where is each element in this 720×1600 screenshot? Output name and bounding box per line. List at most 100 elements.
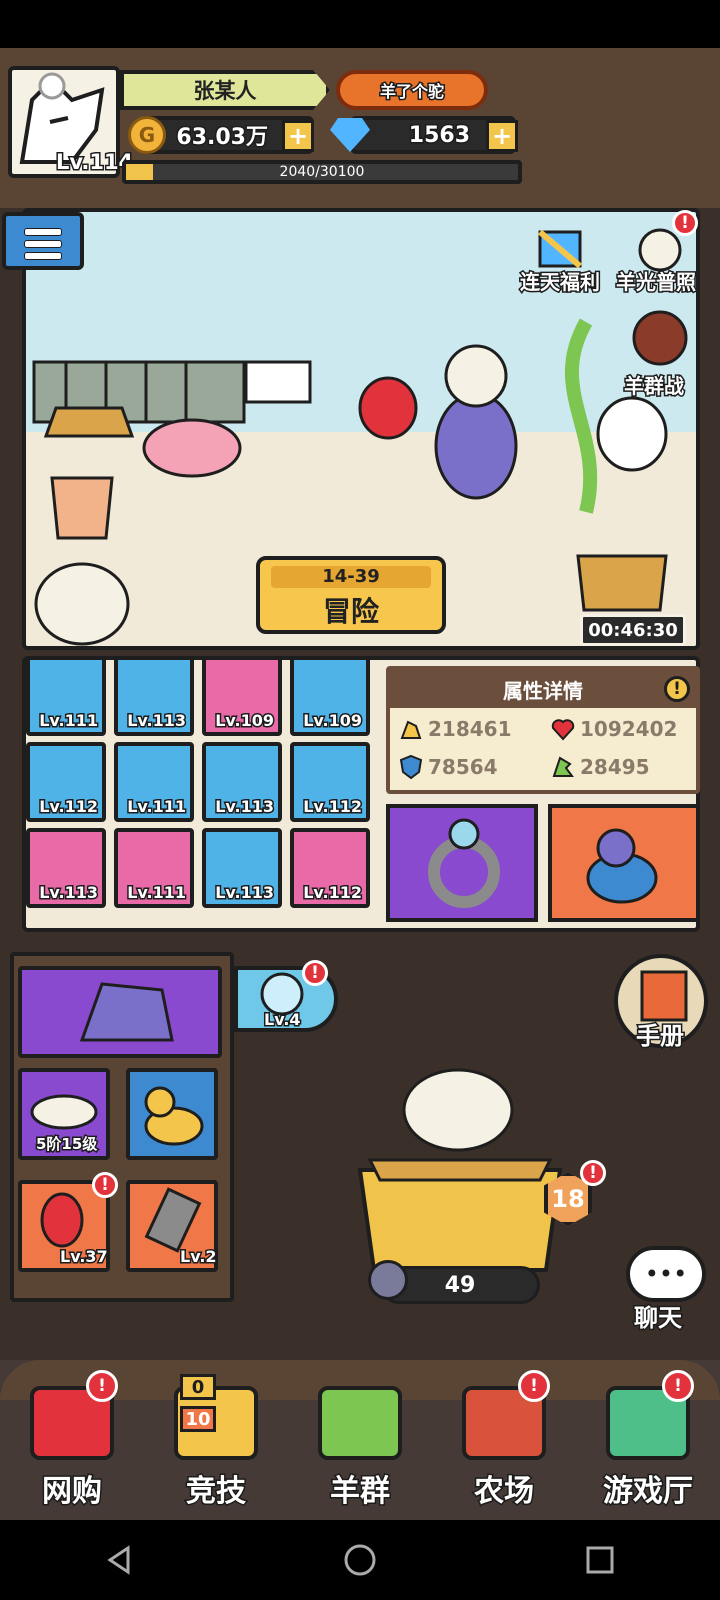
flower-pot-icon — [50, 476, 114, 540]
equipment-slot[interactable]: Lv.113 — [202, 828, 282, 908]
cloud-icon — [30, 1094, 98, 1130]
chest-timer[interactable]: 00:46:30 — [580, 614, 686, 646]
sheep-mascot-icon — [34, 562, 130, 646]
attributes-panel[interactable]: 属性详情 ! 218461 1092402 78564 28495 — [386, 666, 700, 794]
xp-bar: 2040/30100 — [122, 160, 522, 184]
main-menu-button[interactable] — [2, 212, 84, 270]
gear-icon[interactable] — [368, 1260, 408, 1300]
equipment-level: Lv.112 — [302, 882, 364, 904]
equipment-slot[interactable]: Lv.111 — [26, 656, 106, 736]
parrot-pet-icon — [40, 1192, 84, 1248]
equipment-slot[interactable]: Lv.112 — [26, 742, 106, 822]
equipment-level: Lv.113 — [214, 882, 276, 904]
alert-badge: ! — [92, 1172, 118, 1198]
parrot-icon — [358, 376, 418, 440]
equipment-level: Lv.111 — [126, 882, 188, 904]
nav-shop[interactable]: 网购! — [12, 1370, 132, 1511]
handbook-button[interactable]: 手册 — [614, 954, 708, 1052]
nav-label: 羊群 — [329, 1473, 392, 1511]
duck-slot[interactable] — [126, 1068, 218, 1160]
sleep-cap-icon — [79, 982, 174, 1042]
chat-label[interactable]: 聊天 — [633, 1298, 684, 1334]
arena-count-bottom: 10 — [180, 1406, 216, 1432]
nav-farm[interactable]: 农场! — [444, 1370, 564, 1511]
handbook-label: 手册 — [635, 1021, 686, 1052]
chat-bubble-icon[interactable]: ••• — [626, 1246, 706, 1302]
recents-icon[interactable] — [580, 1540, 620, 1580]
xp-fill — [126, 164, 153, 180]
alert-badge: ! — [580, 1160, 606, 1186]
equipment-slot[interactable]: Lv.109 — [290, 656, 370, 736]
ring-slot[interactable] — [386, 804, 538, 922]
gold-coin-icon: G — [128, 116, 166, 154]
menu-line — [24, 252, 62, 260]
pink-food-bowl-icon — [142, 418, 242, 478]
signboard-icon — [244, 360, 312, 404]
equipment-level: Lv.113 — [214, 796, 276, 818]
home-icon[interactable] — [340, 1540, 380, 1580]
nav-label: 网购 — [41, 1473, 104, 1511]
event-flock-battle[interactable]: 羊群战 — [623, 370, 686, 400]
equipment-slot[interactable]: Lv.112 — [290, 828, 370, 908]
clipper-slot[interactable]: Lv.2 — [126, 1180, 218, 1272]
equipment-slot[interactable]: Lv.112 — [290, 742, 370, 822]
equipment-level: Lv.111 — [126, 796, 188, 818]
cat-statue-icon — [596, 396, 668, 472]
nav-arcade[interactable]: 游戏厅! — [588, 1370, 708, 1511]
attributes-title: 属性详情 — [390, 670, 696, 708]
event-sunshine[interactable]: 羊光普照 — [615, 266, 698, 296]
back-icon[interactable] — [100, 1540, 140, 1580]
flock-battle-icon[interactable] — [622, 310, 698, 366]
parrot-level: Lv.37 — [59, 1246, 110, 1268]
alert-badge: ! — [86, 1370, 118, 1402]
gold-amount: 63.03万 — [175, 124, 270, 152]
shield-icon — [399, 754, 423, 780]
system-nav-bar — [0, 1520, 720, 1600]
alert-badge: ! — [672, 210, 698, 236]
fishbowl-level: Lv.4 — [263, 1009, 302, 1031]
wizard-sheep-icon — [434, 392, 518, 500]
treasure-chest-icon — [576, 554, 668, 612]
player-name[interactable]: 张某人 — [120, 70, 330, 110]
clipper-level: Lv.2 — [179, 1246, 218, 1268]
cloud-slot[interactable]: 5阶15级 — [18, 1068, 110, 1160]
player-title-badge[interactable]: 羊了个驼 — [336, 70, 488, 110]
defense-value: 78564 — [428, 755, 498, 779]
adventure-button[interactable]: 14-39 冒险 — [256, 556, 446, 634]
alert-badge: ! — [662, 1370, 694, 1402]
equipment-slot[interactable]: Lv.109 — [202, 656, 282, 736]
cloud-tier: 5阶15级 — [34, 1134, 98, 1155]
wool-clipper-icon — [144, 1187, 202, 1253]
alert-badge: ! — [302, 960, 328, 986]
costume-slot[interactable] — [548, 804, 700, 922]
equipment-slot[interactable]: Lv.113 — [26, 828, 106, 908]
add-gold-button[interactable]: + — [282, 120, 314, 152]
equipment-level: Lv.113 — [126, 710, 188, 732]
sleepcap-slot[interactable] — [18, 966, 222, 1058]
nest-count: 49 — [444, 1272, 476, 1298]
equipment-slot[interactable]: Lv.111 — [114, 828, 194, 908]
equipment-level: Lv.109 — [214, 710, 276, 732]
nav-arena[interactable]: 竞技 — [156, 1380, 276, 1511]
info-icon[interactable]: ! — [664, 676, 690, 702]
equipment-slot[interactable]: Lv.113 — [114, 656, 194, 736]
menu-line — [24, 240, 62, 248]
nav-items: 网购! 竞技 羊群 农场! 游戏厅! — [0, 1370, 720, 1511]
equipment-level: Lv.112 — [38, 796, 100, 818]
add-gem-button[interactable]: + — [486, 120, 518, 152]
event-daily-welfare[interactable]: 连天福利 — [519, 266, 602, 296]
nav-label: 游戏厅 — [602, 1473, 695, 1511]
menu-line — [24, 228, 62, 236]
status-bar — [0, 0, 720, 48]
speed-value: 28495 — [580, 755, 650, 779]
nav-flock[interactable]: 羊群 — [300, 1380, 420, 1511]
equipment-slot[interactable]: Lv.111 — [114, 742, 194, 822]
nav-label: 竞技 — [185, 1473, 248, 1511]
hp-value: 1092402 — [580, 717, 678, 741]
equipment-slot[interactable]: Lv.113 — [202, 742, 282, 822]
speed-boot-icon — [552, 756, 574, 777]
daily-gift-icon[interactable] — [524, 222, 596, 272]
arena-count-top: 0 — [180, 1374, 216, 1400]
attack-value: 218461 — [428, 717, 512, 741]
player-avatar[interactable]: Lv.114 — [8, 66, 135, 178]
